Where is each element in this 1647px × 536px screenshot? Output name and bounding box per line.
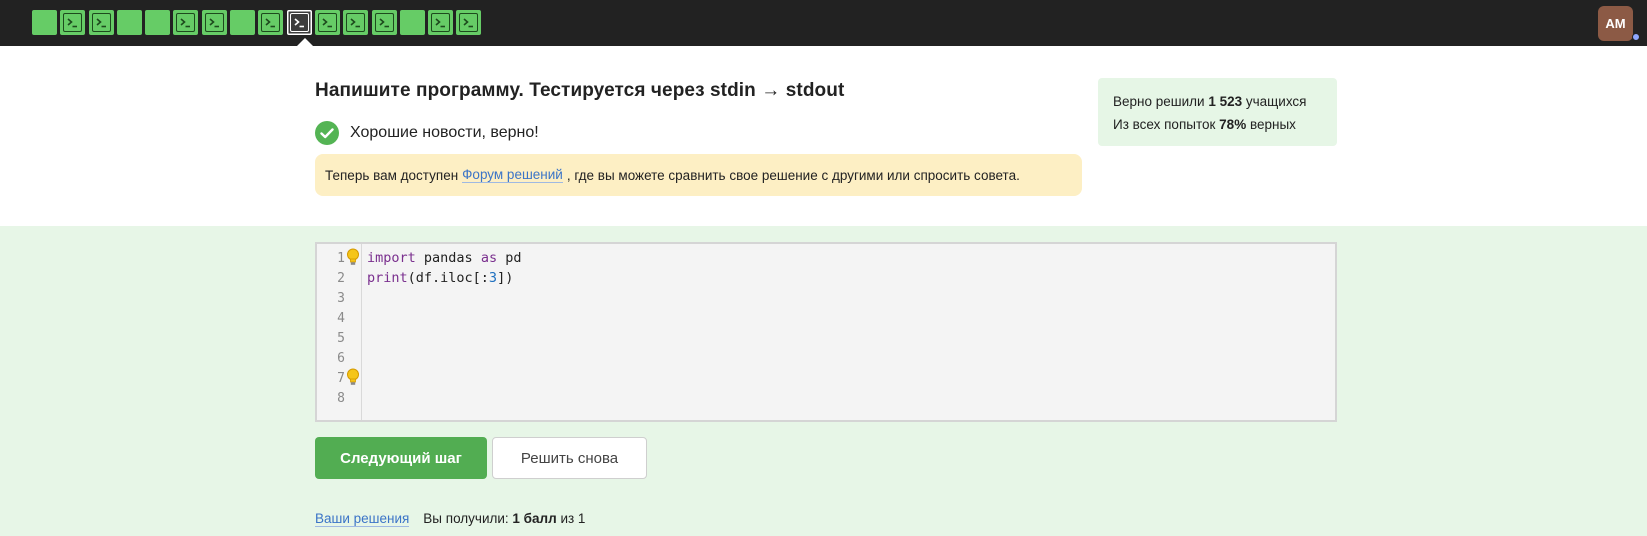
step-code-task[interactable] bbox=[88, 10, 114, 35]
attempts-stat: Из всех попыток 78% верных bbox=[1113, 113, 1337, 136]
line-number: 4 bbox=[337, 311, 345, 326]
check-circle-icon bbox=[315, 121, 339, 145]
top-navigation-bar: AM bbox=[0, 0, 1647, 46]
notice-text-before: Теперь вам доступен bbox=[325, 167, 459, 183]
attempts-prefix: Из всех попыток bbox=[1113, 117, 1216, 132]
step-code-task[interactable] bbox=[201, 10, 227, 35]
line-number: 6 bbox=[337, 351, 345, 366]
step-code-task[interactable] bbox=[286, 10, 312, 35]
score-prefix: Вы получили: bbox=[423, 511, 509, 526]
terminal-icon bbox=[176, 13, 196, 32]
solved-prefix: Верно решили bbox=[1113, 94, 1205, 109]
code-text: (df.iloc[: bbox=[407, 270, 489, 286]
solutions-forum-link[interactable]: Форум решений bbox=[462, 167, 563, 183]
lightbulb-icon[interactable] bbox=[346, 368, 360, 386]
result-status: Хорошие новости, верно! bbox=[315, 121, 539, 145]
terminal-icon bbox=[63, 13, 83, 32]
terminal-icon bbox=[374, 13, 394, 32]
step-code-task[interactable] bbox=[314, 10, 340, 35]
result-message: Хорошие новости, верно! bbox=[350, 124, 539, 141]
step-text[interactable] bbox=[399, 10, 425, 35]
attempts-suffix: верных bbox=[1249, 117, 1296, 132]
step-code-task[interactable] bbox=[60, 10, 86, 35]
solve-again-button[interactable]: Решить снова bbox=[492, 437, 647, 479]
line-number: 8 bbox=[337, 391, 345, 406]
forum-notice: Теперь вам доступен Форум решений , где … bbox=[315, 154, 1082, 196]
solved-count: 1 523 bbox=[1208, 94, 1243, 109]
score-suffix: из 1 bbox=[560, 511, 586, 526]
code-line: import pandas as pd bbox=[367, 250, 521, 266]
solved-suffix: учащихся bbox=[1245, 94, 1307, 109]
correct-percent: 78% bbox=[1219, 117, 1247, 132]
step-text[interactable] bbox=[116, 10, 142, 35]
line-number: 5 bbox=[337, 331, 345, 346]
line-number: 3 bbox=[337, 291, 345, 306]
terminal-icon bbox=[261, 13, 281, 32]
terminal-icon bbox=[459, 13, 479, 32]
lightbulb-icon[interactable] bbox=[346, 248, 360, 266]
submission-footer: Ваши решения Вы получили: 1 балл из 1 bbox=[315, 511, 585, 527]
code-line: print(df.iloc[:3]) bbox=[367, 270, 513, 286]
step-code-task[interactable] bbox=[428, 10, 454, 35]
step-text[interactable] bbox=[145, 10, 171, 35]
step-code-task[interactable] bbox=[456, 10, 482, 35]
step-text[interactable] bbox=[230, 10, 256, 35]
terminal-icon bbox=[317, 13, 337, 32]
step-code-task[interactable] bbox=[343, 10, 369, 35]
line-number: 1 bbox=[337, 251, 345, 266]
lesson-steps bbox=[32, 10, 482, 35]
code-text: pd bbox=[497, 250, 522, 266]
step-text[interactable] bbox=[32, 10, 57, 35]
step-code-task[interactable] bbox=[173, 10, 199, 35]
code-builtin: print bbox=[367, 270, 408, 286]
notice-text-after: , где вы можете сравнить свое решение с … bbox=[566, 167, 1020, 183]
user-avatar[interactable]: AM bbox=[1598, 6, 1633, 41]
active-step-caret bbox=[297, 38, 313, 46]
code-keyword: import bbox=[367, 250, 416, 266]
task-title: Напишите программу. Тестируется через st… bbox=[315, 80, 845, 101]
line-number: 7 bbox=[337, 371, 345, 386]
line-number-gutter: 1 2 3 4 5 6 7 8 bbox=[317, 244, 362, 420]
step-code-task[interactable] bbox=[371, 10, 397, 35]
notification-dot bbox=[1632, 33, 1640, 41]
code-editor[interactable]: 1 2 3 4 5 6 7 8 import pandas as pd prin… bbox=[315, 242, 1337, 422]
terminal-icon bbox=[289, 13, 309, 32]
code-text: pandas bbox=[415, 250, 481, 266]
terminal-icon bbox=[346, 13, 366, 32]
step-statistics: Верно решили 1 523 учащихся Из всех попы… bbox=[1098, 78, 1337, 146]
terminal-icon bbox=[431, 13, 451, 32]
next-step-button[interactable]: Следующий шаг bbox=[315, 437, 487, 479]
terminal-icon bbox=[204, 13, 224, 32]
step-code-task[interactable] bbox=[258, 10, 284, 35]
code-keyword: as bbox=[480, 250, 498, 266]
score-value: 1 балл bbox=[512, 511, 557, 526]
solved-stat: Верно решили 1 523 учащихся bbox=[1113, 90, 1337, 113]
line-number: 2 bbox=[337, 271, 345, 286]
code-number: 3 bbox=[488, 270, 498, 286]
code-text: ]) bbox=[497, 270, 514, 286]
terminal-icon bbox=[91, 13, 111, 32]
your-solutions-link[interactable]: Ваши решения bbox=[315, 511, 410, 527]
score-info: Вы получили: 1 балл из 1 bbox=[423, 511, 585, 527]
